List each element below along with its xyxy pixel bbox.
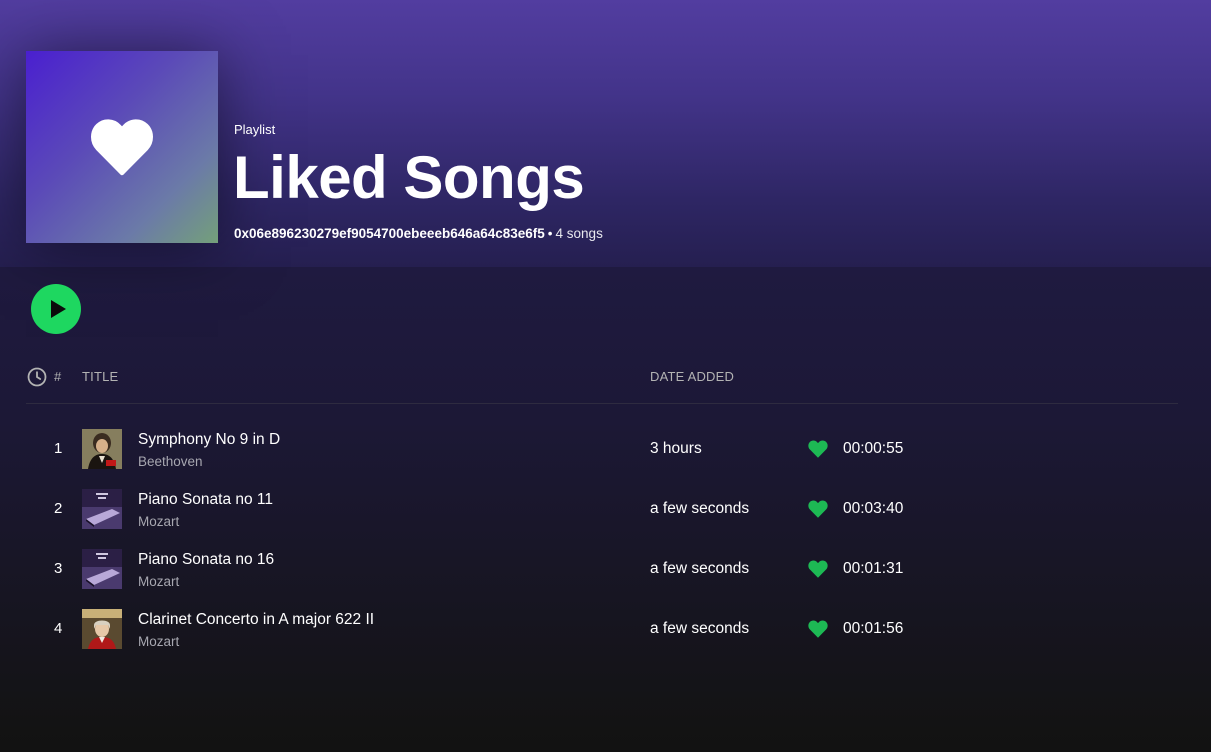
- track-title[interactable]: Symphony No 9 in D: [138, 431, 280, 449]
- liked-heart-icon[interactable]: [807, 618, 829, 640]
- track-date-added: a few seconds: [650, 560, 750, 577]
- track-duration: 00:03:40: [843, 500, 904, 517]
- tracklist-header: # TITLE DATE ADDED: [26, 366, 1178, 404]
- track-number: 2: [54, 500, 63, 517]
- liked-heart-icon[interactable]: [807, 438, 829, 460]
- liked-heart-icon[interactable]: [807, 498, 829, 520]
- track-date-added: 3 hours: [650, 440, 702, 457]
- track-number: 3: [54, 560, 63, 577]
- table-row[interactable]: 2 Piano Sonata no 11 Mozart a few second…: [26, 479, 1178, 539]
- track-title[interactable]: Piano Sonata no 11: [138, 491, 273, 509]
- playlist-meta: 0x06e896230279ef9054700ebeeeb646a64c83e6…: [234, 226, 603, 241]
- playlist-header: Playlist Liked Songs 0x06e896230279ef905…: [0, 0, 1211, 267]
- play-icon: [50, 300, 66, 318]
- track-artist[interactable]: Mozart: [138, 574, 179, 589]
- heart-icon: [91, 119, 153, 176]
- table-row[interactable]: 3 Piano Sonata no 16 Mozart a few second…: [26, 539, 1178, 599]
- clock-icon: [27, 367, 47, 387]
- table-row[interactable]: 1 Symphony No 9 in D Beethoven 3 hours 0…: [26, 419, 1178, 479]
- page-title: Liked Songs: [233, 144, 585, 211]
- table-row[interactable]: 4 Clarinet Concerto in A major 622 II Mo…: [26, 599, 1178, 659]
- track-number: 1: [54, 440, 63, 457]
- meta-separator: •: [547, 226, 553, 241]
- track-duration: 00:01:56: [843, 620, 904, 637]
- playlist-owner[interactable]: 0x06e896230279ef9054700ebeeeb646a64c83e6…: [234, 226, 545, 241]
- column-date-added: DATE ADDED: [650, 369, 735, 384]
- track-thumbnail: [82, 609, 122, 649]
- liked-heart-icon[interactable]: [807, 558, 829, 580]
- track-title[interactable]: Clarinet Concerto in A major 622 II: [138, 611, 374, 629]
- track-title[interactable]: Piano Sonata no 16: [138, 551, 274, 569]
- track-thumbnail: [82, 429, 122, 469]
- track-date-added: a few seconds: [650, 620, 750, 637]
- column-title: TITLE: [82, 369, 119, 384]
- column-number: #: [54, 369, 62, 384]
- track-duration: 00:00:55: [843, 440, 904, 457]
- track-duration: 00:01:31: [843, 560, 904, 577]
- track-thumbnail: [82, 549, 122, 589]
- track-date-added: a few seconds: [650, 500, 750, 517]
- track-number: 4: [54, 620, 63, 637]
- playlist-cover: [26, 51, 218, 243]
- playlist-type-label: Playlist: [234, 122, 276, 137]
- track-artist[interactable]: Mozart: [138, 634, 179, 649]
- track-artist[interactable]: Beethoven: [138, 454, 203, 469]
- song-count: 4 songs: [555, 226, 603, 241]
- track-artist[interactable]: Mozart: [138, 514, 179, 529]
- track-thumbnail: [82, 489, 122, 529]
- play-button[interactable]: [31, 284, 81, 334]
